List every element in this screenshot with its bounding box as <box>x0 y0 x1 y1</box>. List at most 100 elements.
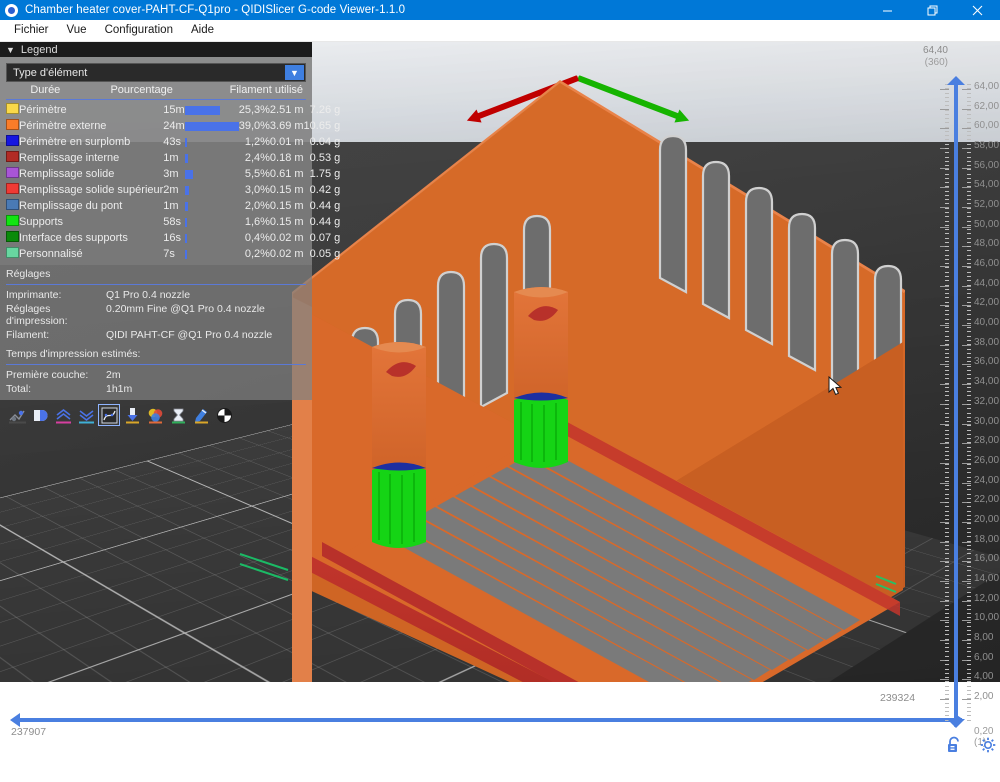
legend-row[interactable]: Remplissage interne 1m 2,4% 0.18 m 0.53 g <box>6 150 340 166</box>
color-changes-icon[interactable] <box>144 404 166 426</box>
layer-tick-minor <box>945 575 949 576</box>
layer-tick-minor <box>967 605 971 606</box>
legend-role-label: Personnalisé <box>19 248 83 260</box>
legend-row[interactable]: Supports 58s 1,6% 0.15 m 0.44 g <box>6 214 340 230</box>
layer-tick-minor <box>967 549 971 550</box>
shells-icon[interactable] <box>29 404 51 426</box>
layer-tick-minor <box>967 562 971 563</box>
layer-tick-minor <box>945 417 949 418</box>
legend-role-label: Périmètre externe <box>19 120 107 132</box>
layer-tick-minor <box>967 707 971 708</box>
layer-slider[interactable]: 64,40 (360) 64,00 62,00 60,00 58,00 56,00 54,… <box>916 42 1000 753</box>
menu-aide[interactable]: Aide <box>182 20 223 41</box>
tool-changes-icon[interactable] <box>121 404 143 426</box>
layer-tick-minor <box>967 157 971 158</box>
layer-tick-minor <box>945 349 949 350</box>
layer-tick-minor <box>967 609 971 610</box>
layer-tick-minor <box>967 302 971 303</box>
legend-row[interactable]: Périmètre externe 24m 39,0% 3.69 m 10.65 g <box>6 118 340 134</box>
layer-tick-major <box>962 443 971 444</box>
layer-tick-minor <box>945 178 949 179</box>
deretractions-icon[interactable] <box>75 404 97 426</box>
layer-tick-minor <box>945 532 949 533</box>
layer-tick-minor <box>967 558 971 559</box>
close-icon[interactable] <box>955 0 1000 20</box>
layer-tick-minor <box>945 199 949 200</box>
layer-tick-minor <box>967 694 971 695</box>
layer-tick-minor <box>967 613 971 614</box>
center-of-gravity-icon[interactable] <box>213 404 235 426</box>
layer-tick-minor <box>945 536 949 537</box>
minimize-icon[interactable] <box>865 0 910 20</box>
legend-header[interactable]: ▼ Legend <box>0 42 312 57</box>
legend-percent-bar <box>184 182 239 198</box>
slider-handle-down-icon[interactable] <box>946 715 966 728</box>
layer-tick-minor <box>945 238 949 239</box>
menu-vue[interactable]: Vue <box>58 20 96 41</box>
legend-percent: 25,3% <box>238 104 270 116</box>
col-percentage: Pourcentage <box>110 84 173 96</box>
caret-down-icon[interactable]: ▼ <box>6 45 15 55</box>
menu-fichier[interactable]: Fichier <box>5 20 58 41</box>
legend-row[interactable]: Périmètre 15m 25,3% 2.51 m 7.26 g <box>6 102 340 118</box>
legend-percent: 0,2% <box>244 248 270 260</box>
layer-tick-minor <box>945 609 949 610</box>
layer-tick-minor <box>945 340 949 341</box>
layer-tick-minor <box>945 144 949 145</box>
legend-percent-bar <box>184 150 239 166</box>
layer-slider-labels: 64,00 62,00 60,00 58,00 56,00 54,00 52,00 50,00… <box>974 78 1000 728</box>
moves-slider-track[interactable] <box>18 718 962 722</box>
lock-open-icon[interactable] <box>946 736 962 753</box>
layer-tick-minor <box>945 297 949 298</box>
layer-tick-minor <box>945 139 949 140</box>
restore-icon[interactable] <box>910 0 955 20</box>
layer-tick-minor <box>945 97 949 98</box>
layer-tick-minor <box>945 88 949 89</box>
layer-tick-minor <box>945 502 949 503</box>
legend-length: 0.15 m <box>269 184 304 196</box>
layer-tick-minor <box>967 148 971 149</box>
pause-prints-icon[interactable] <box>167 404 189 426</box>
layer-tick-major <box>962 187 971 188</box>
layer-tick-minor <box>967 545 971 546</box>
layer-tick-minor <box>945 442 949 443</box>
legend-row[interactable]: Remplissage solide 3m 5,5% 0.61 m 1.75 g <box>6 166 340 182</box>
legend-length: 2.51 m <box>269 104 304 116</box>
legend-row[interactable]: Personnalisé 7s 0,2% 0.02 m 0.05 g <box>6 246 340 262</box>
legend-row[interactable]: Périmètre en surplomb 43s 1,2% 0.01 m 0.04 g <box>6 134 340 150</box>
layer-tick-minor <box>945 425 949 426</box>
layer-tick-major <box>962 325 971 326</box>
legend-row[interactable]: Remplissage solide supérieur 2m 3,0% 0.15 m… <box>6 182 340 198</box>
layer-tick-major <box>940 443 949 444</box>
layer-tick-minor <box>967 289 971 290</box>
layer-tick-major <box>962 227 971 228</box>
slider-handle-up-icon[interactable] <box>946 74 966 87</box>
legend-row[interactable]: Remplissage du pont 1m 2,0% 0.15 m 0.44 g <box>6 198 340 214</box>
layer-tick-minor <box>967 229 971 230</box>
layer-tick-minor <box>945 216 949 217</box>
gear-icon[interactable] <box>980 737 996 753</box>
legend-row[interactable]: Interface des supports 16s 0,4% 0.02 m 0.07 … <box>6 230 340 246</box>
layer-tick-minor <box>945 596 949 597</box>
layer-tick-minor <box>967 378 971 379</box>
chevron-down-icon[interactable]: ▼ <box>285 65 304 80</box>
total-time-value: 1h1m <box>106 383 133 395</box>
seams-icon[interactable] <box>98 404 120 426</box>
layer-tick-label: 22,00 <box>974 494 1000 505</box>
layer-tick-minor <box>967 400 971 401</box>
menu-configuration[interactable]: Configuration <box>96 20 182 41</box>
moves-slider[interactable]: 237907 239324 <box>0 682 1000 753</box>
legend-title: Legend <box>20 43 58 56</box>
layer-tick-minor <box>967 101 971 102</box>
custom-gcodes-icon[interactable] <box>190 404 212 426</box>
layer-tick-minor <box>945 468 949 469</box>
travel-moves-icon[interactable] <box>6 404 28 426</box>
layer-slider-track[interactable] <box>954 84 958 724</box>
legend-weight: 0.05 g <box>309 248 341 260</box>
layer-tick-minor <box>945 694 949 695</box>
layer-tick-minor <box>945 387 949 388</box>
layer-tick-major <box>962 345 971 346</box>
retractions-icon[interactable] <box>52 404 74 426</box>
view-type-select[interactable]: Type d'élément ▼ <box>6 63 306 82</box>
layer-tick-minor <box>945 400 949 401</box>
